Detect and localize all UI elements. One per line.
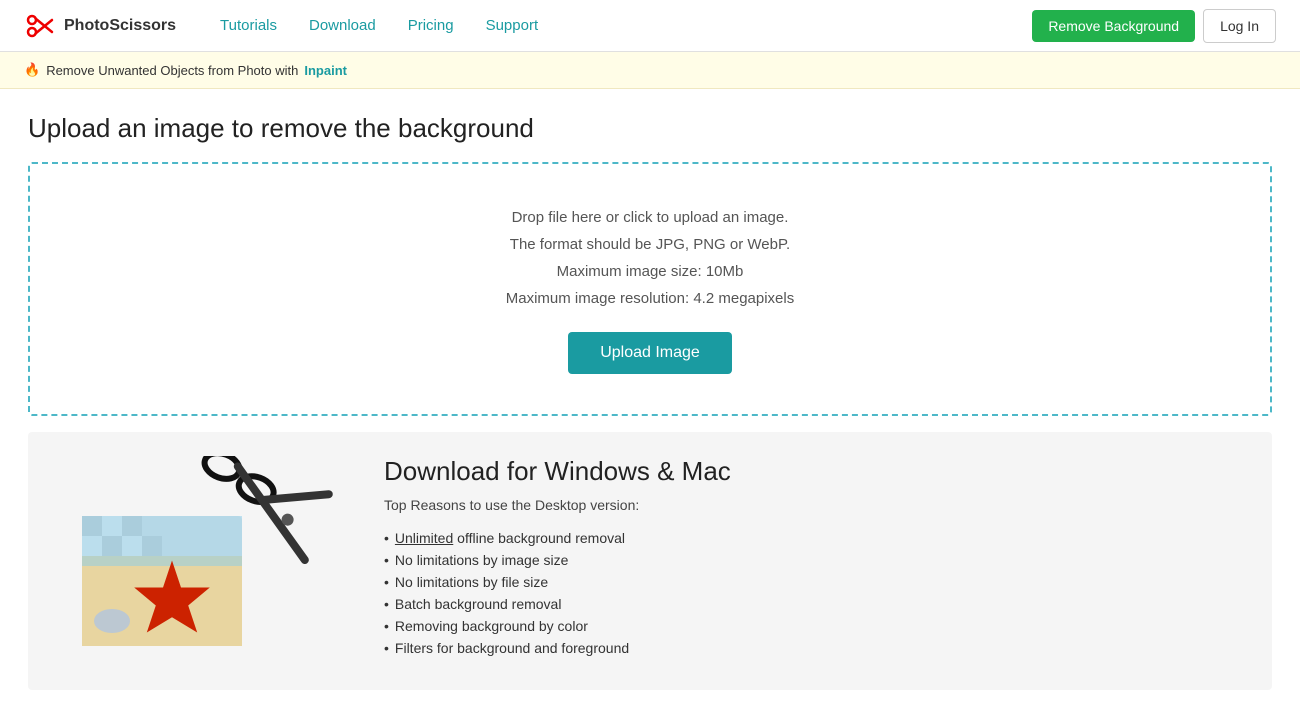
download-subtitle: Top Reasons to use the Desktop version: [384,497,1248,513]
bullet-2: • [384,552,389,568]
feature-3: No limitations by file size [395,574,548,590]
bullet-3: • [384,574,389,590]
feature-5: Removing background by color [395,618,588,634]
nav-tutorials[interactable]: Tutorials [208,11,289,40]
feature-1-suffix: offline background removal [453,530,625,546]
upload-image-button[interactable]: Upload Image [568,332,732,374]
bullet-5: • [384,618,389,634]
upload-dropzone[interactable]: Drop file here or click to upload an ima… [28,162,1272,416]
desktop-app-illustration [52,456,352,666]
upload-line3: Maximum image size: 10Mb [50,258,1250,285]
feature-4: Batch background removal [395,596,562,612]
download-section: Download for Windows & Mac Top Reasons t… [28,432,1272,690]
bullet-6: • [384,640,389,656]
nav-support[interactable]: Support [474,11,551,40]
upload-description: Drop file here or click to upload an ima… [50,204,1250,312]
banner-icon: 🔥 [24,62,40,78]
feature-list: • Unlimited offline background removal •… [384,527,1248,659]
page-title: Upload an image to remove the background [28,113,1272,144]
upload-line1: Drop file here or click to upload an ima… [50,204,1250,231]
download-title: Download for Windows & Mac [384,456,1248,487]
feature-item-3: • No limitations by file size [384,571,1248,593]
feature-6: Filters for background and foreground [395,640,629,656]
logo-text: PhotoScissors [64,17,176,35]
remove-background-button[interactable]: Remove Background [1032,10,1195,42]
feature-item-1: • Unlimited offline background removal [384,527,1248,549]
upload-line2: The format should be JPG, PNG or WebP. [50,231,1250,258]
header-buttons: Remove Background Log In [1032,9,1276,43]
promo-banner: 🔥 Remove Unwanted Objects from Photo wit… [0,52,1300,89]
inpaint-link[interactable]: Inpaint [304,63,347,78]
feature-item-6: • Filters for background and foreground [384,637,1248,659]
bullet-1: • [384,530,389,546]
logo-icon [24,10,56,42]
feature-item-5: • Removing background by color [384,615,1248,637]
main-nav: Tutorials Download Pricing Support [208,11,1032,40]
upload-line4: Maximum image resolution: 4.2 megapixels [50,285,1250,312]
feature-2: No limitations by image size [395,552,569,568]
nav-download[interactable]: Download [297,11,388,40]
nav-pricing[interactable]: Pricing [396,11,466,40]
download-content: Download for Windows & Mac Top Reasons t… [384,456,1248,659]
banner-text: Remove Unwanted Objects from Photo with [46,63,298,78]
logo-area: PhotoScissors [24,10,176,42]
feature-item-2: • No limitations by image size [384,549,1248,571]
feature-item-4: • Batch background removal [384,593,1248,615]
bullet-4: • [384,596,389,612]
header: PhotoScissors Tutorials Download Pricing… [0,0,1300,52]
login-button[interactable]: Log In [1203,9,1276,43]
feature-unlimited: Unlimited [395,530,453,546]
main-content: Upload an image to remove the background… [0,89,1300,714]
